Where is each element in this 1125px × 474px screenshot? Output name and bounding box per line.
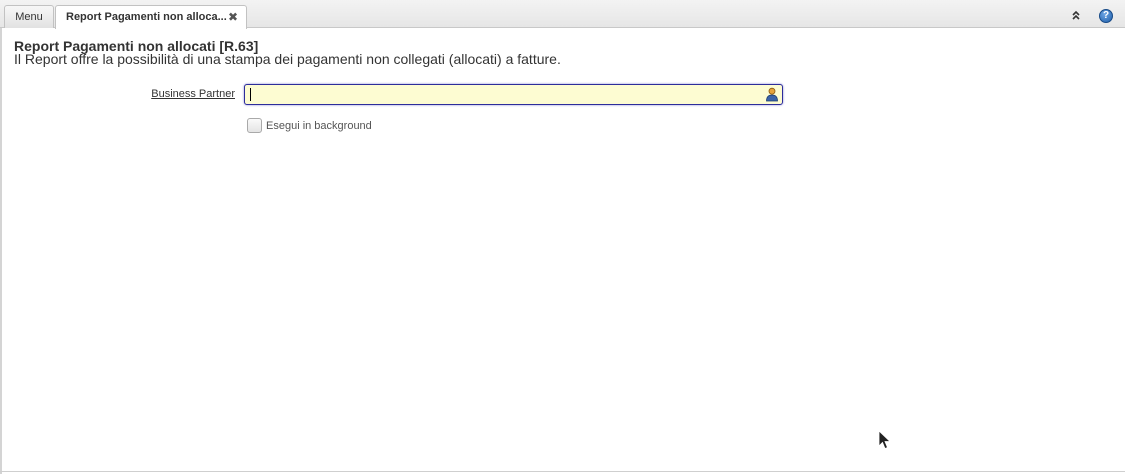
help-icon[interactable]: ? — [1099, 9, 1113, 23]
background-checkbox-label[interactable]: Esegui in background — [266, 120, 372, 132]
tab-bar: Menu Report Pagamenti non alloca... ✖ ? — [0, 0, 1125, 29]
tab-report[interactable]: Report Pagamenti non alloca... ✖ — [55, 5, 247, 29]
person-lookup-icon[interactable] — [765, 87, 779, 102]
mouse-pointer-icon — [878, 430, 891, 450]
bottom-border — [0, 471, 1125, 472]
double-chevron-up-icon[interactable] — [1070, 9, 1082, 21]
tab-menu[interactable]: Menu — [4, 5, 54, 28]
business-partner-field[interactable] — [244, 84, 783, 105]
tab-report-label: Report Pagamenti non alloca... — [66, 11, 227, 23]
business-partner-label[interactable]: Business Partner — [100, 88, 235, 100]
background-checkbox[interactable] — [247, 118, 262, 133]
left-border — [0, 28, 2, 474]
tab-menu-label: Menu — [15, 11, 43, 23]
business-partner-input[interactable] — [248, 87, 760, 102]
text-caret — [250, 88, 251, 101]
close-icon[interactable]: ✖ — [228, 6, 238, 28]
page-description: Il Report offre la possibilità di una st… — [14, 51, 561, 67]
